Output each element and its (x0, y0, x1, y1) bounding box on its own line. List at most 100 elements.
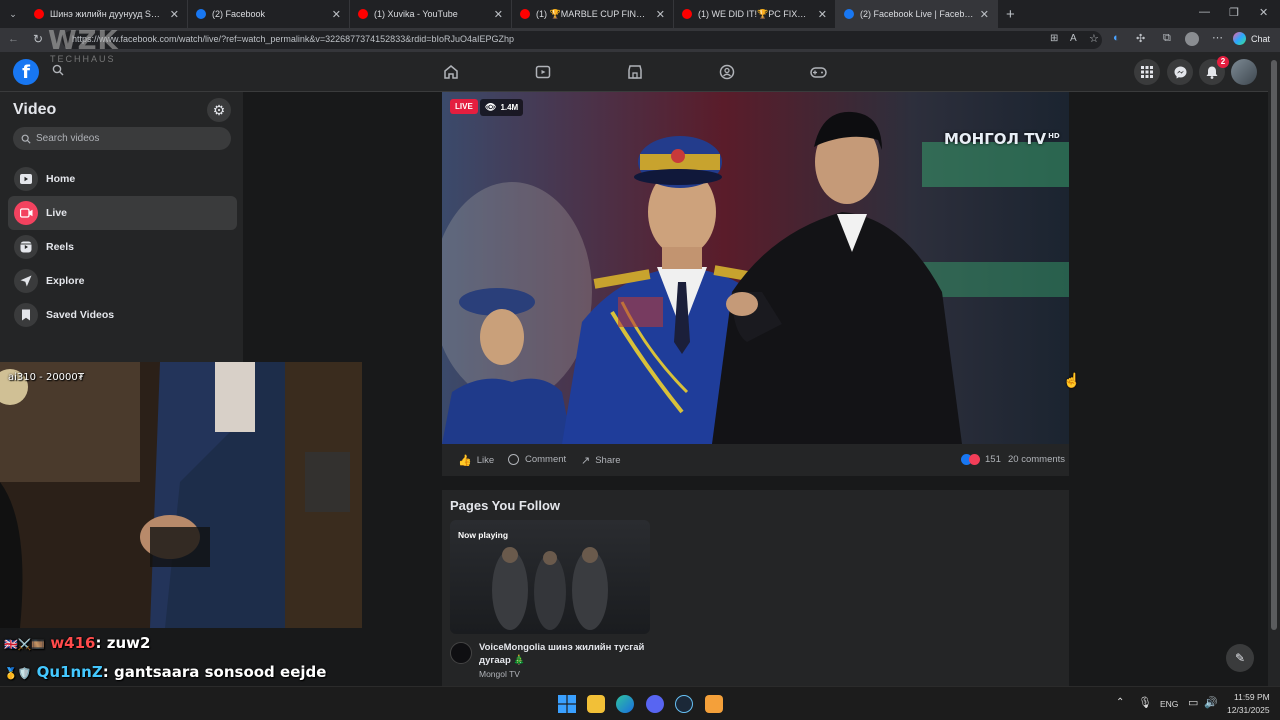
love-reaction-icon (969, 454, 980, 465)
new-tab-button[interactable]: + (1006, 6, 1015, 23)
favorite-icon[interactable]: ☆ (1089, 32, 1099, 45)
browser-tab[interactable]: (2) Facebook ✕ (188, 0, 350, 28)
nav-video-icon[interactable] (535, 64, 551, 80)
nav-groups-icon[interactable] (719, 64, 735, 80)
start-icon[interactable] (558, 695, 576, 713)
chat-text: gantsaara sonsood eejde (113, 663, 327, 681)
steam-icon[interactable] (675, 695, 693, 713)
bell-icon (1206, 66, 1218, 79)
like-button[interactable]: 👍 Like (458, 454, 494, 467)
share-button[interactable]: ↗ Share (581, 454, 621, 467)
tab-favicon-icon (520, 9, 530, 19)
browser-tab[interactable]: (2) Facebook Live | Facebook ✕ (836, 0, 998, 28)
search-videos-input[interactable]: Search videos (13, 127, 231, 150)
reaction-count: 151 (985, 454, 1001, 465)
reactions-summary[interactable]: 151 (961, 454, 1001, 465)
tab-title: (1) Xuvika - YouTube (374, 9, 458, 19)
back-icon[interactable]: ← (8, 33, 19, 45)
tab-title: (2) Facebook Live | Facebook (860, 9, 974, 19)
browser-tab[interactable]: (1) WE DID IT!🏆PC FIXED?🏆Дис ✕ (674, 0, 836, 28)
tab-close-icon[interactable]: ✕ (332, 8, 341, 21)
video-card-title[interactable]: VoiceMongolia шинэ жилийн тусгай дугаар … (479, 641, 649, 667)
sidebar-item-label: Live (46, 207, 68, 219)
nav-home-icon[interactable] (443, 64, 459, 80)
thumbs-up-icon: 👍 (458, 455, 472, 467)
chat-colon: : (95, 634, 107, 652)
tab-close-icon[interactable]: ✕ (656, 8, 665, 21)
sidebar-title: Video (13, 101, 57, 118)
volume-icon[interactable]: 🔊 (1204, 696, 1218, 709)
app-icon[interactable] (705, 695, 723, 713)
sidebar-item-saved-videos[interactable]: Saved Videos (8, 298, 237, 332)
minimize-icon[interactable]: — (1199, 6, 1210, 18)
copilot-chat-button[interactable]: Chat (1233, 32, 1270, 45)
scrollbar-thumb[interactable] (1271, 60, 1277, 630)
close-window-icon[interactable]: ✕ (1259, 6, 1268, 19)
chat-message: 🥇🛡️ Qu1nnZ: gantsaara sonsood eejde (4, 663, 326, 681)
tab-favicon-icon (358, 9, 368, 19)
comments-count[interactable]: 20 comments (1008, 454, 1065, 465)
collections-icon[interactable]: ⧉ (1163, 32, 1171, 45)
comment-button[interactable]: Comment (508, 454, 566, 465)
read-aloud-icon[interactable]: A (1070, 33, 1077, 44)
notifications-button[interactable]: 2 (1199, 56, 1229, 85)
extension-icon[interactable]: ⊞ (1050, 33, 1058, 44)
tab-close-icon[interactable]: ✕ (170, 8, 179, 21)
pages-you-follow-section: Pages You Follow Now playing VoiceMongol… (442, 490, 1254, 686)
compose-icon: ✎ (1234, 651, 1246, 665)
tab-favicon-icon (682, 9, 692, 19)
live-video-player[interactable]: LIVE 👁 1.4M МОНГОЛ TV HD (442, 92, 1069, 444)
gear-icon: ⚙ (212, 101, 226, 118)
explore-icon (14, 269, 38, 293)
account-avatar[interactable] (1231, 59, 1257, 85)
tab-close-icon[interactable]: ✕ (980, 8, 989, 21)
chat-username: w416 (50, 634, 96, 652)
browser-tab[interactable]: (1) 🏆MARBLE CUP FINAL🏆 - Yo ✕ (512, 0, 674, 28)
file-explorer-icon[interactable] (587, 695, 605, 713)
tab-close-icon[interactable]: ✕ (494, 8, 503, 21)
facebook-logo-icon[interactable]: f (13, 59, 39, 85)
display-icon[interactable]: ▭ (1188, 696, 1198, 709)
edge-browser-icon[interactable] (616, 695, 634, 713)
live-badge: LIVE (450, 99, 478, 114)
messenger-button[interactable] (1167, 59, 1193, 85)
search-icon[interactable] (52, 64, 64, 76)
webcam-image (0, 362, 362, 628)
menu-grid-button[interactable] (1134, 59, 1160, 85)
browser-tab[interactable]: (1) Xuvika - YouTube ✕ (350, 0, 512, 28)
tab-list-button[interactable]: ⌄ (0, 0, 26, 28)
reload-icon[interactable]: ↻ (33, 32, 43, 46)
browser-tab[interactable]: Шинэ жилийн дуунууд Shine jilii ✕ (26, 0, 188, 28)
restore-icon[interactable]: ❐ (1229, 6, 1239, 19)
now-playing-label: Now playing (458, 530, 509, 540)
sidebar-item-home[interactable]: Home (8, 162, 237, 196)
tab-close-icon[interactable]: ✕ (818, 8, 827, 21)
language-indicator[interactable]: ENG (1160, 699, 1178, 709)
video-card-source[interactable]: Mongol TV (479, 669, 520, 679)
sidebar-item-explore[interactable]: Explore (8, 264, 237, 298)
extensions-icon[interactable]: ✣ (1136, 32, 1145, 45)
discord-icon[interactable] (646, 695, 664, 713)
nav-gaming-icon[interactable] (810, 64, 827, 80)
video-sidebar: Video ⚙ Search videos Home Live Reels Ex… (0, 92, 243, 362)
nav-marketplace-icon[interactable] (627, 64, 643, 80)
profile-avatar[interactable] (1185, 32, 1199, 46)
clock-date[interactable]: 12/31/2025 (1227, 705, 1270, 715)
address-bar[interactable]: https://www.facebook.com/watch/live/?ref… (62, 31, 1102, 49)
viewer-count: 👁 1.4M (480, 99, 524, 116)
clock-time[interactable]: 11:59 PM (1234, 692, 1270, 702)
video-card-thumbnail[interactable]: Now playing (450, 520, 650, 634)
new-message-button[interactable]: ✎ (1226, 644, 1254, 672)
microphone-icon[interactable]: 🎙 (1138, 696, 1152, 709)
tray-overflow-icon[interactable]: ⌃ (1116, 697, 1124, 708)
sidebar-item-label: Home (46, 173, 76, 185)
sidebar-item-reels[interactable]: Reels (8, 230, 237, 264)
copilot-ext-icon[interactable]: ◐ (1113, 32, 1120, 44)
settings-button[interactable]: ⚙ (207, 98, 231, 122)
facebook-top-nav: f 2 (0, 52, 1268, 92)
page-avatar[interactable] (450, 642, 472, 664)
search-placeholder: Search videos (36, 133, 100, 144)
more-icon[interactable]: ⋯ (1212, 31, 1223, 44)
page-scrollbar[interactable] (1268, 52, 1280, 686)
sidebar-item-live[interactable]: Live (8, 196, 237, 230)
